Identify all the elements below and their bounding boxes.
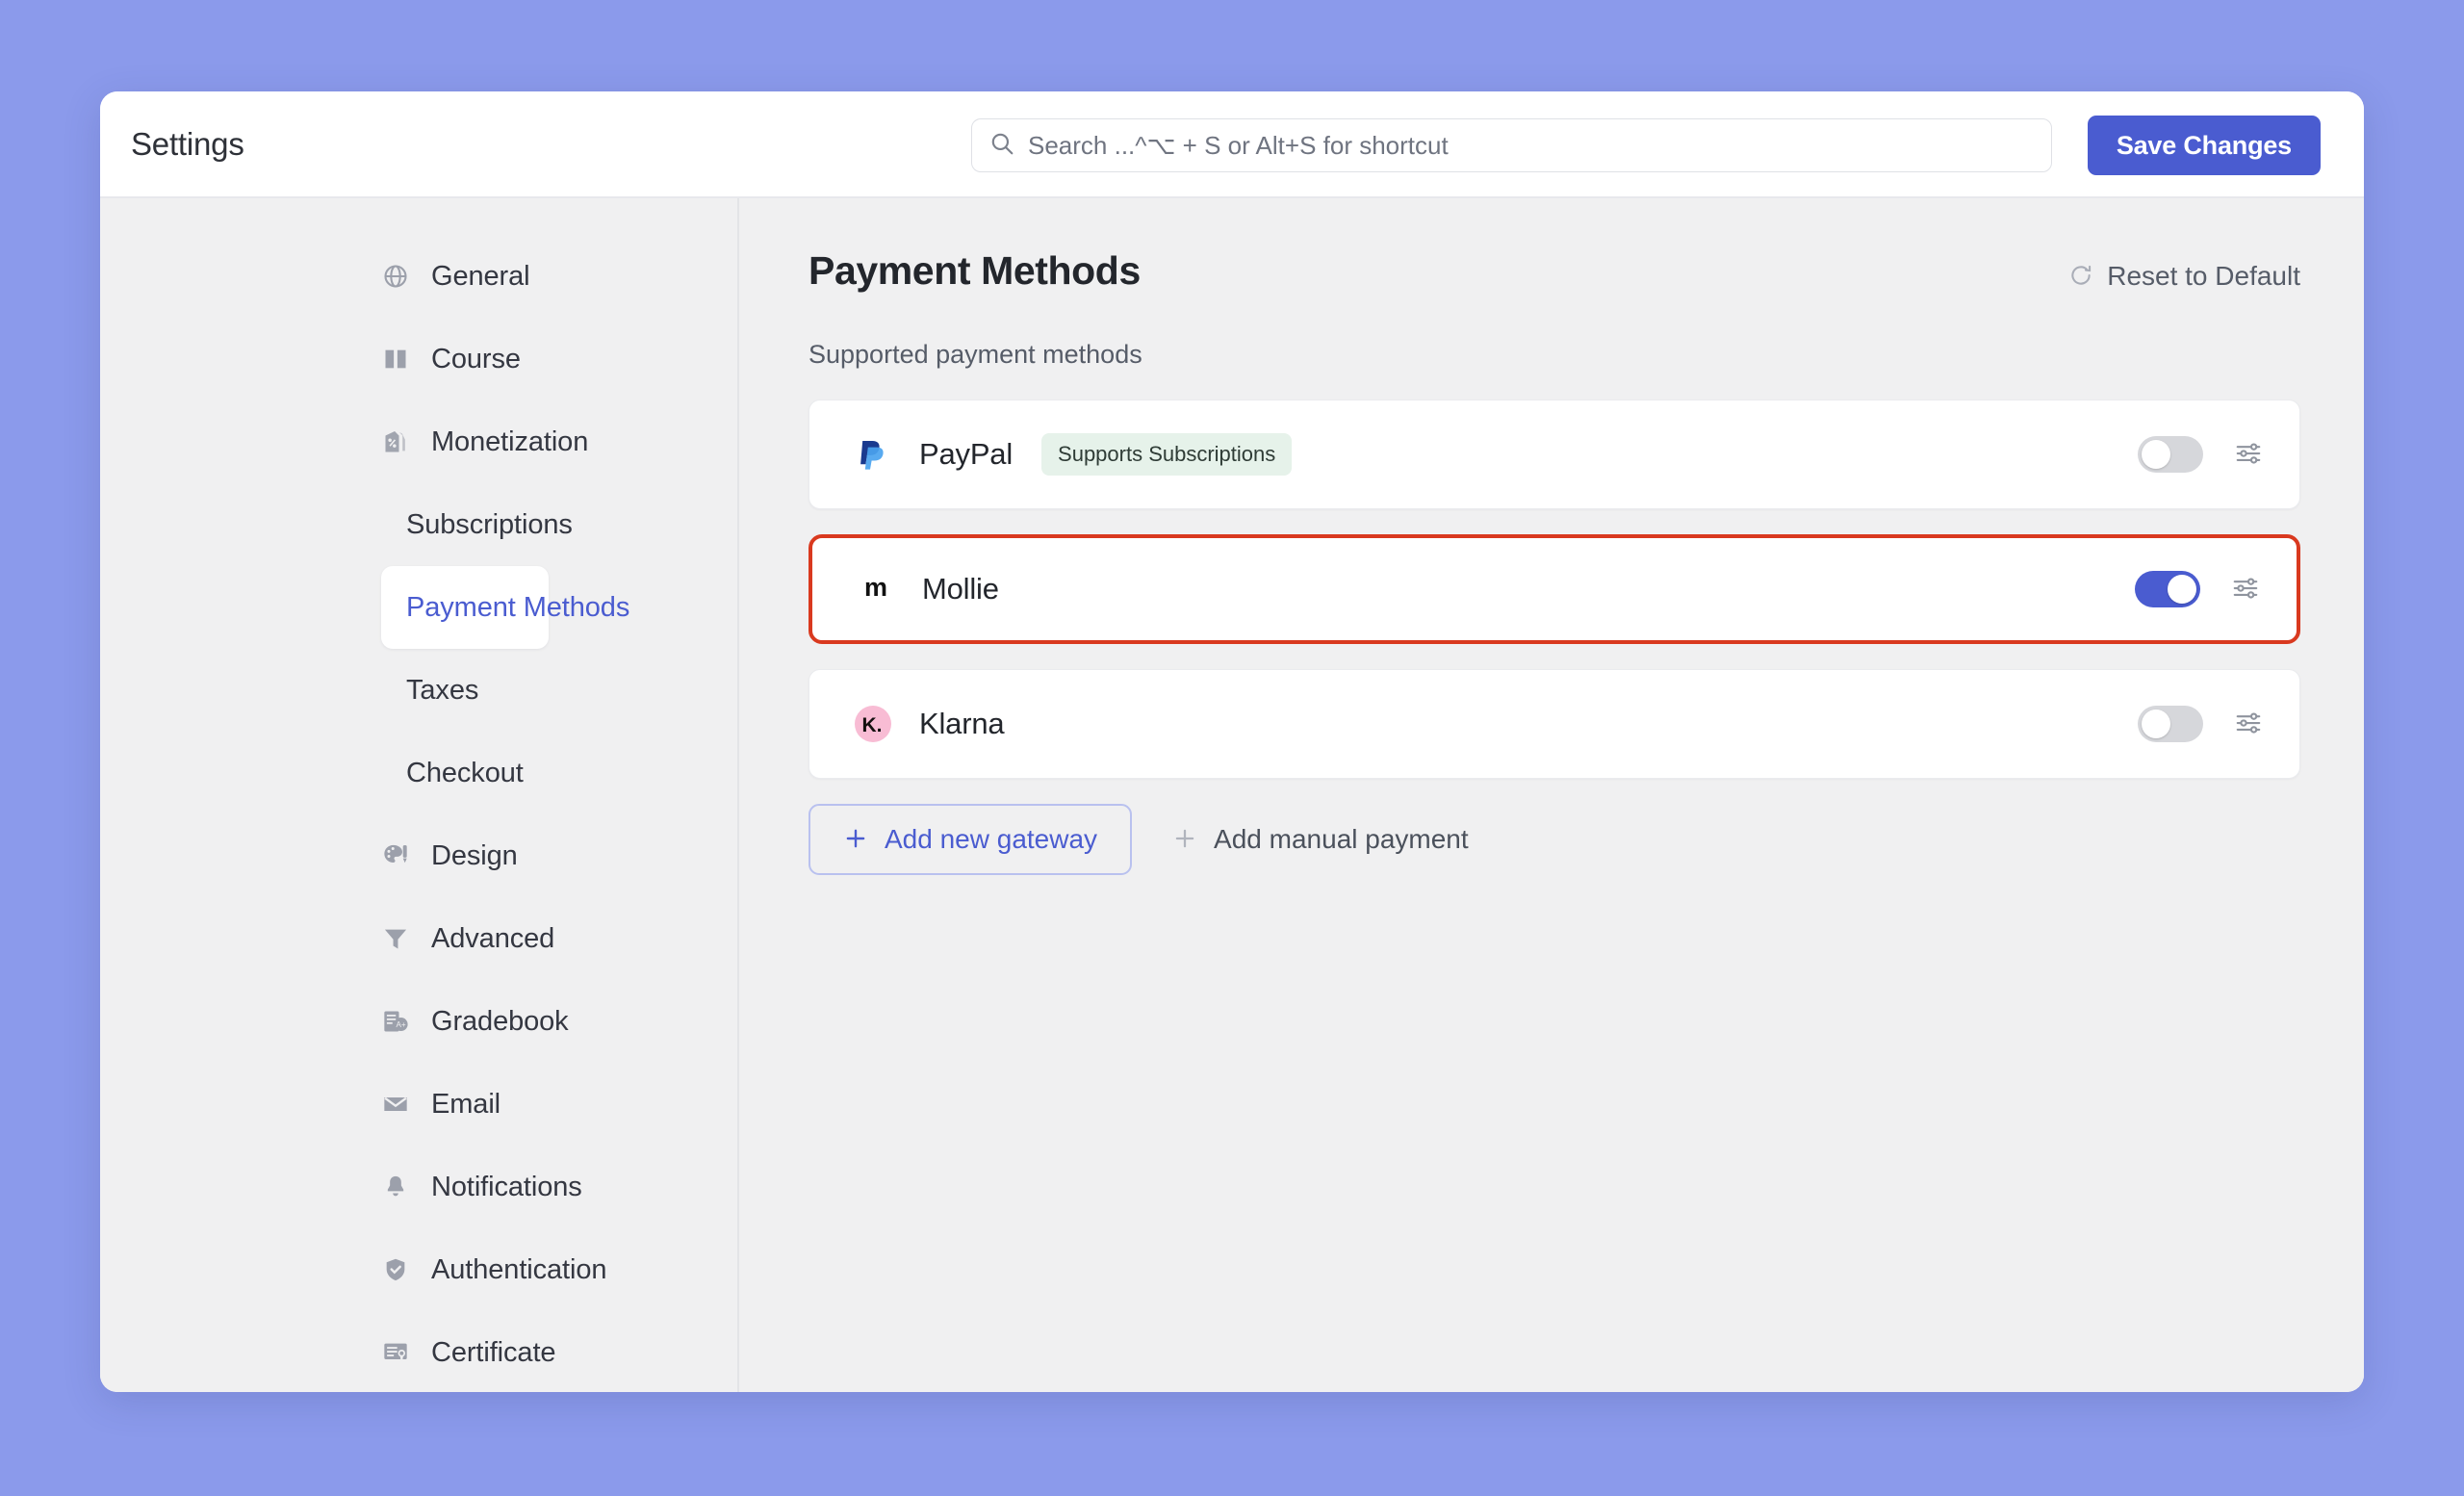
sidebar-item-design[interactable]: Design (381, 814, 697, 897)
window-body: General Course Monetization Subscription… (100, 198, 2364, 1392)
sidebar-item-advanced[interactable]: Advanced (381, 897, 697, 980)
plus-icon (1172, 826, 1197, 854)
funnel-icon (381, 924, 410, 953)
plus-icon (843, 826, 868, 854)
gateway-settings-button-mollie[interactable] (2229, 573, 2262, 606)
sidebar-item-label: Payment Methods (406, 591, 630, 623)
sidebar-nav-list: General Course Monetization Subscription… (100, 235, 737, 1392)
sliders-icon (2234, 709, 2263, 740)
gateway-toggle-klarna[interactable] (2138, 706, 2203, 742)
refresh-icon (2068, 263, 2093, 291)
sidebar-item-label: Monetization (431, 426, 589, 457)
sidebar-item-monetization[interactable]: Monetization (381, 400, 697, 483)
gateway-settings-button-paypal[interactable] (2232, 438, 2265, 471)
gateway-settings-button-klarna[interactable] (2232, 708, 2265, 740)
certificate-icon (381, 1338, 410, 1367)
globe-icon (381, 262, 410, 291)
sidebar-item-payment-methods[interactable]: Payment Methods (381, 566, 629, 649)
paypal-logo (852, 433, 894, 476)
app-title: Settings (131, 125, 244, 162)
gateway-list: PayPal Supports Subscriptions m Mollie K… (808, 400, 2300, 779)
section-subtitle: Supported payment methods (808, 340, 1142, 369)
search-input[interactable] (1028, 130, 2034, 161)
add-new-gateway-label: Add new gateway (885, 824, 1098, 854)
search-icon (989, 131, 1014, 161)
gateway-actions: Add new gateway Add manual payment (808, 804, 2300, 875)
shield-check-icon (381, 1255, 410, 1284)
sidebar-item-label: Gradebook (431, 1005, 569, 1037)
sidebar-item-label: Course (431, 343, 521, 374)
gateway-toggle-mollie[interactable] (2135, 571, 2200, 607)
add-new-gateway-button[interactable]: Add new gateway (808, 804, 1133, 875)
book-icon (381, 345, 410, 374)
gateway-name: Mollie (922, 572, 999, 606)
sidebar-item-label: Email (431, 1088, 501, 1120)
gateway-controls (2138, 436, 2265, 473)
add-manual-payment-label: Add manual payment (1214, 824, 1469, 854)
gateway-name: Klarna (919, 707, 1005, 740)
toggle-knob (2142, 440, 2170, 469)
sliders-icon (2234, 439, 2263, 471)
mollie-logo: m (855, 568, 897, 610)
sidebar-item-label: Checkout (406, 757, 524, 788)
reset-to-default-button[interactable]: Reset to Default (2068, 261, 2300, 292)
bell-icon (381, 1173, 410, 1201)
tag-percent-icon (381, 427, 410, 456)
reset-to-default-label: Reset to Default (2107, 261, 2300, 291)
top-bar: Settings Save Changes (100, 91, 2364, 198)
add-manual-payment-button[interactable]: Add manual payment (1165, 804, 1476, 875)
gateway-controls (2138, 706, 2265, 742)
settings-sidebar: General Course Monetization Subscription… (100, 198, 739, 1392)
sidebar-item-certificate[interactable]: Certificate (381, 1311, 697, 1392)
gateway-identity: PayPal Supports Subscriptions (852, 433, 2138, 476)
svg-text:A+: A+ (396, 1020, 405, 1029)
sidebar-item-label: Certificate (431, 1336, 556, 1368)
sidebar-item-label: Subscriptions (406, 508, 573, 540)
sidebar-item-notifications[interactable]: Notifications (381, 1146, 697, 1228)
toggle-knob (2168, 575, 2196, 604)
save-changes-button[interactable]: Save Changes (2087, 116, 2321, 175)
sidebar-item-authentication[interactable]: Authentication (381, 1228, 697, 1311)
sidebar-item-label: Design (431, 839, 518, 871)
gateway-row-mollie[interactable]: m Mollie (808, 534, 2300, 644)
gateway-row-paypal[interactable]: PayPal Supports Subscriptions (808, 400, 2300, 509)
settings-window: Settings Save Changes (100, 91, 2364, 1392)
klarna-logo: K. (852, 703, 894, 745)
content-header: Payment Methods Reset to Default (808, 248, 2300, 294)
sidebar-item-checkout[interactable]: Checkout (381, 732, 549, 814)
sidebar-item-course[interactable]: Course (381, 318, 697, 400)
gradebook-icon: A+ (381, 1007, 410, 1036)
toggle-knob (2142, 709, 2170, 738)
gateway-identity: K. Klarna (852, 703, 2138, 745)
sliders-icon (2231, 574, 2260, 606)
gateway-name: PayPal (919, 437, 1014, 471)
sidebar-item-label: General (431, 260, 530, 292)
search-box[interactable] (971, 118, 2052, 172)
svg-text:K.: K. (862, 714, 883, 736)
envelope-icon (381, 1090, 410, 1119)
sidebar-item-gradebook[interactable]: A+ Gradebook (381, 980, 697, 1063)
gateway-toggle-paypal[interactable] (2138, 436, 2203, 473)
sidebar-item-label: Taxes (406, 674, 479, 706)
sidebar-item-email[interactable]: Email (381, 1063, 697, 1146)
sidebar-item-taxes[interactable]: Taxes (381, 649, 549, 732)
palette-icon (381, 841, 410, 870)
gateway-identity: m Mollie (855, 568, 2135, 610)
sidebar-item-label: Authentication (431, 1253, 607, 1285)
status-badge: Supports Subscriptions (1041, 433, 1293, 476)
sidebar-item-label: Notifications (431, 1171, 582, 1202)
svg-text:m: m (864, 573, 887, 602)
settings-content: Payment Methods Reset to Default Support… (739, 198, 2364, 1392)
page-title: Payment Methods (808, 248, 1141, 293)
sidebar-item-general[interactable]: General (381, 235, 697, 318)
sidebar-item-subscriptions[interactable]: Subscriptions (381, 483, 573, 566)
sidebar-item-label: Advanced (431, 922, 555, 954)
gateway-controls (2135, 571, 2262, 607)
gateway-row-klarna[interactable]: K. Klarna (808, 669, 2300, 779)
search-container (971, 118, 2052, 172)
